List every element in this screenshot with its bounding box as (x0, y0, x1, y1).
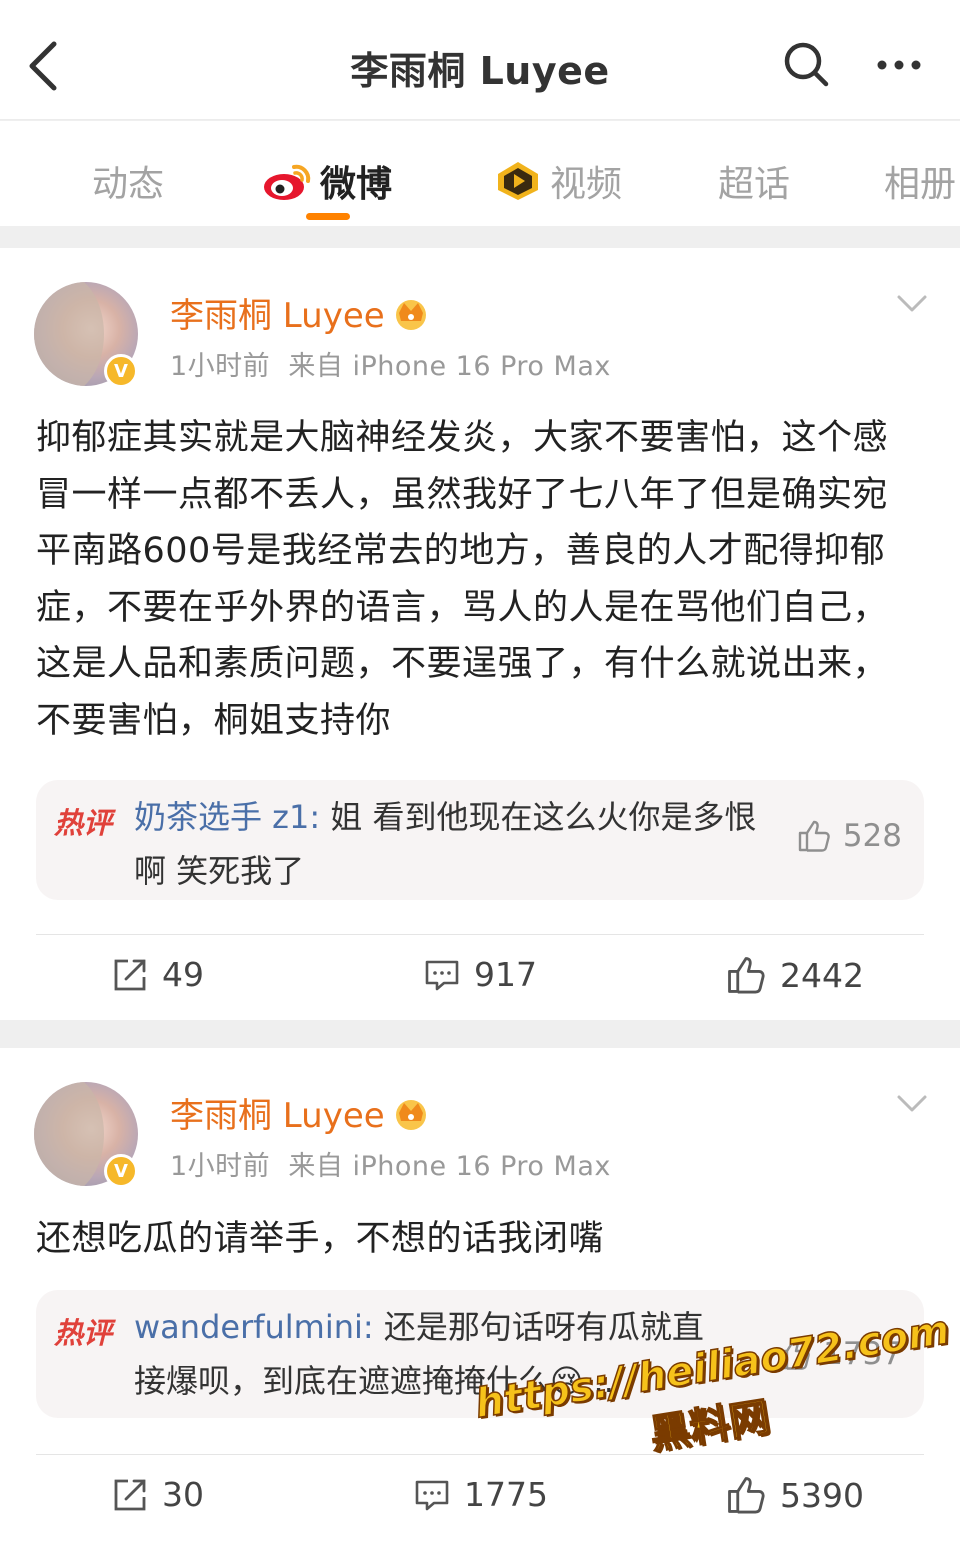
post-content: 抑郁症其实就是大脑神经发炎，大家不要害怕，这个感冒一样一点都不丢人，虽然我好了七… (36, 418, 889, 741)
like-button[interactable]: 2442 (726, 955, 864, 995)
thumbs-up-icon (728, 1477, 765, 1514)
hot-comment-user[interactable]: wanderfulmini: (134, 1308, 374, 1346)
post-content: 还想吃瓜的请举手，不想的话我闭嘴 (36, 1219, 605, 1259)
repost-icon (114, 959, 146, 990)
tab-label: 超话 (718, 164, 791, 205)
weibo-post: V 李雨桐 Luyee 1小时前 来自 iPhone 16 Pro Max 抑郁… (0, 248, 960, 1020)
tab-dynamics[interactable]: 动态 (92, 151, 164, 211)
active-tab-indicator (306, 213, 350, 220)
crown-icon (395, 1099, 426, 1130)
tab-weibo[interactable]: 微博 (262, 151, 392, 211)
weibo-post: V 李雨桐 Luyee 1小时前 来自 iPhone 16 Pro Max 还想… (0, 1048, 960, 1563)
repost-button[interactable]: 49 (112, 955, 204, 994)
tab-video[interactable]: 视频 (494, 151, 622, 211)
post-source: 来自 iPhone 16 Pro Max (288, 351, 611, 382)
divider (36, 934, 924, 935)
divider (36, 1454, 924, 1455)
post-meta: 1小时前 来自 iPhone 16 Pro Max (170, 344, 611, 383)
more-button[interactable] (874, 48, 924, 82)
tab-album[interactable]: 相册 (884, 151, 956, 211)
search-button[interactable] (782, 40, 830, 88)
post-source: 来自 iPhone 16 Pro Max (288, 1151, 611, 1182)
comment-button[interactable]: 917 (424, 955, 537, 994)
weibo-logo-icon (264, 164, 311, 200)
chevron-down-icon[interactable] (896, 292, 928, 316)
top-bar: 李雨桐 Luyee (0, 0, 960, 120)
comment-icon (425, 960, 459, 990)
repost-button[interactable]: 30 (112, 1475, 204, 1514)
tab-label: 相册 (884, 164, 957, 205)
hot-comment-user[interactable]: 奶茶选手 z1: (134, 798, 320, 836)
post-meta: 1小时前 来自 iPhone 16 Pro Max (170, 1144, 611, 1183)
repost-icon (114, 1479, 146, 1510)
hot-comment-like[interactable]: 528 (797, 818, 902, 854)
author-name: 李雨桐 Luyee (170, 1096, 385, 1136)
like-button[interactable]: 5390 (726, 1475, 864, 1515)
tab-label: 视频 (550, 164, 623, 205)
comment-icon (415, 1480, 449, 1510)
comment-count: 917 (474, 955, 537, 994)
author-name-row[interactable]: 李雨桐 Luyee (170, 1088, 431, 1137)
chevron-down-icon[interactable] (896, 1092, 928, 1116)
author-name-row[interactable]: 李雨桐 Luyee (170, 288, 431, 337)
verified-badge-icon: V (104, 1154, 138, 1188)
like-count: 2442 (780, 955, 864, 995)
tab-super-topic[interactable]: 超话 (718, 151, 790, 211)
post-time: 1小时前 (170, 1151, 271, 1182)
more-dots-icon (877, 60, 921, 70)
repost-count: 30 (162, 1475, 204, 1514)
author-name: 李雨桐 Luyee (170, 296, 385, 336)
post-time: 1小时前 (170, 351, 271, 382)
hot-comment-tag: 热评 (54, 1316, 113, 1350)
thumbs-up-icon (798, 820, 830, 852)
tab-label: 微博 (320, 164, 393, 205)
hot-comment[interactable]: 热评 奶茶选手 z1: 姐 看到他现在这么火你是多恨啊 笑死我了 528 (36, 780, 924, 900)
repost-count: 49 (162, 955, 204, 994)
profile-tabs: 动态 微博 视频 超话 相册 (0, 121, 960, 226)
hot-comment-tag: 热评 (54, 806, 113, 840)
video-icon (498, 162, 538, 200)
hot-comment-like-count: 528 (842, 818, 902, 854)
verified-badge-icon: V (104, 354, 138, 388)
tab-label: 动态 (92, 164, 165, 205)
thumbs-up-icon (728, 957, 765, 994)
hot-comment-text: 奶茶选手 z1: 姐 看到他现在这么火你是多恨啊 笑死我了 (134, 790, 764, 898)
crown-icon (395, 299, 426, 330)
like-count: 5390 (780, 1475, 864, 1515)
search-icon (784, 42, 829, 87)
